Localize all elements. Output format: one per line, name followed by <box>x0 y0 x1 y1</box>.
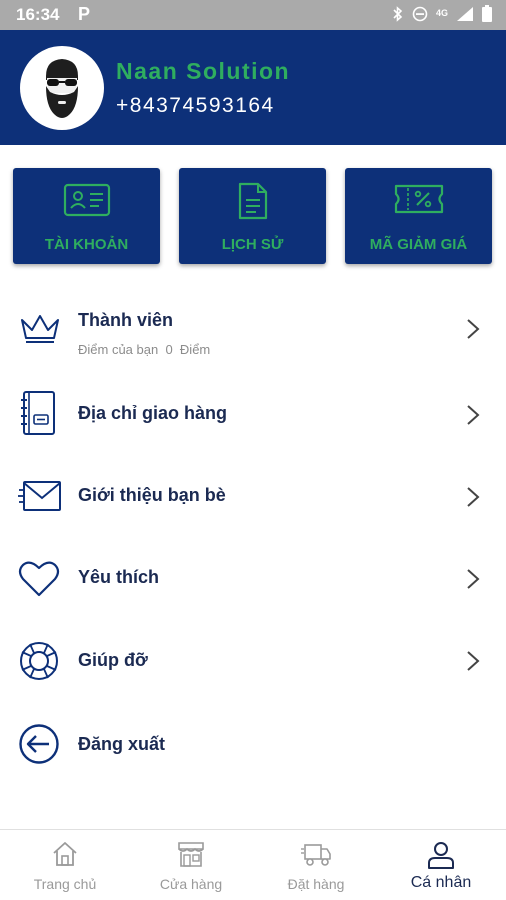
menu-item-invite-friends[interactable]: Giới thiệu bạn bè <box>0 462 506 532</box>
nav-order[interactable]: Đặt hàng <box>253 830 379 900</box>
battery-icon <box>482 5 492 22</box>
points-value: 0 <box>165 342 173 357</box>
points-unit: Điểm <box>179 342 211 357</box>
menu-item-logout[interactable]: Đăng xuất <box>0 708 506 778</box>
menu-item-favorites[interactable]: Yêu thích <box>0 544 506 614</box>
nav-home[interactable]: Trang chủ <box>2 830 128 900</box>
store-icon <box>178 842 204 867</box>
nav-home-label: Trang chủ <box>33 876 97 892</box>
coupon-icon <box>394 184 443 214</box>
home-icon <box>53 842 77 866</box>
user-name: Naan Solution <box>116 58 291 84</box>
delivery-truck-icon <box>301 844 331 866</box>
account-button[interactable]: TÀI KHOẢN <box>13 168 160 264</box>
dnd-icon <box>412 6 428 21</box>
crown-icon <box>21 315 59 343</box>
document-icon <box>238 182 267 220</box>
menu-item-shipping-address[interactable]: Địa chỉ giao hàng <box>0 380 506 450</box>
invite-friends-label: Giới thiệu bạn bè <box>78 485 226 505</box>
nav-profile[interactable]: Cá nhân <box>378 830 504 900</box>
bottom-navigation: Trang chủ Cửa hàng Đặt hàng Cá nhân <box>0 829 506 900</box>
app-notification-icon: P <box>78 4 91 24</box>
envelope-icon <box>18 481 61 511</box>
nav-profile-label: Cá nhân <box>410 874 472 891</box>
points-prefix: Điểm của bạn <box>78 342 159 357</box>
nav-store[interactable]: Cửa hàng <box>128 830 254 900</box>
nav-store-label: Cửa hàng <box>159 876 223 892</box>
user-icon <box>428 842 454 869</box>
shipping-address-label: Địa chỉ giao hàng <box>78 403 228 423</box>
chevron-right-icon <box>467 651 480 671</box>
help-label: Giúp đỡ <box>78 650 148 670</box>
network-type: 4G <box>435 8 448 18</box>
nav-order-label: Đặt hàng <box>287 876 345 892</box>
logout-icon <box>19 724 59 764</box>
chevron-right-icon <box>467 569 480 589</box>
id-card-icon <box>63 183 110 217</box>
user-phone: +84374593164 <box>116 94 275 117</box>
avatar[interactable] <box>20 46 104 130</box>
lifebuoy-icon <box>20 642 58 680</box>
address-book-icon <box>21 391 55 435</box>
history-button[interactable]: LỊCH SỬ <box>179 168 326 264</box>
status-bar: 16:34 P 4G <box>0 0 506 30</box>
status-time: 16:34 <box>16 5 60 24</box>
status-icons: 4G <box>392 5 492 22</box>
chevron-right-icon <box>467 319 480 339</box>
discount-code-label: MÃ GIẢM GIÁ <box>369 236 468 253</box>
menu-item-member[interactable]: Thành viên Điểm của bạn 0 Điểm <box>0 296 506 366</box>
history-label: LỊCH SỬ <box>221 236 284 253</box>
member-label: Thành viên <box>78 310 174 330</box>
favorites-label: Yêu thích <box>78 567 160 587</box>
menu-item-help[interactable]: Giúp đỡ <box>0 626 506 696</box>
logout-label: Đăng xuất <box>78 734 166 754</box>
account-label: TÀI KHOẢN <box>44 236 129 253</box>
bluetooth-icon <box>393 5 403 22</box>
profile-header: Naan Solution +84374593164 <box>0 30 506 145</box>
bearded-man-icon <box>46 59 78 118</box>
heart-icon <box>18 561 60 597</box>
chevron-right-icon <box>467 405 480 425</box>
discount-code-button[interactable]: MÃ GIẢM GIÁ <box>345 168 492 264</box>
member-points-text: Điểm của bạn 0 Điểm <box>78 342 210 357</box>
chevron-right-icon <box>467 487 480 507</box>
signal-icon <box>457 6 473 21</box>
